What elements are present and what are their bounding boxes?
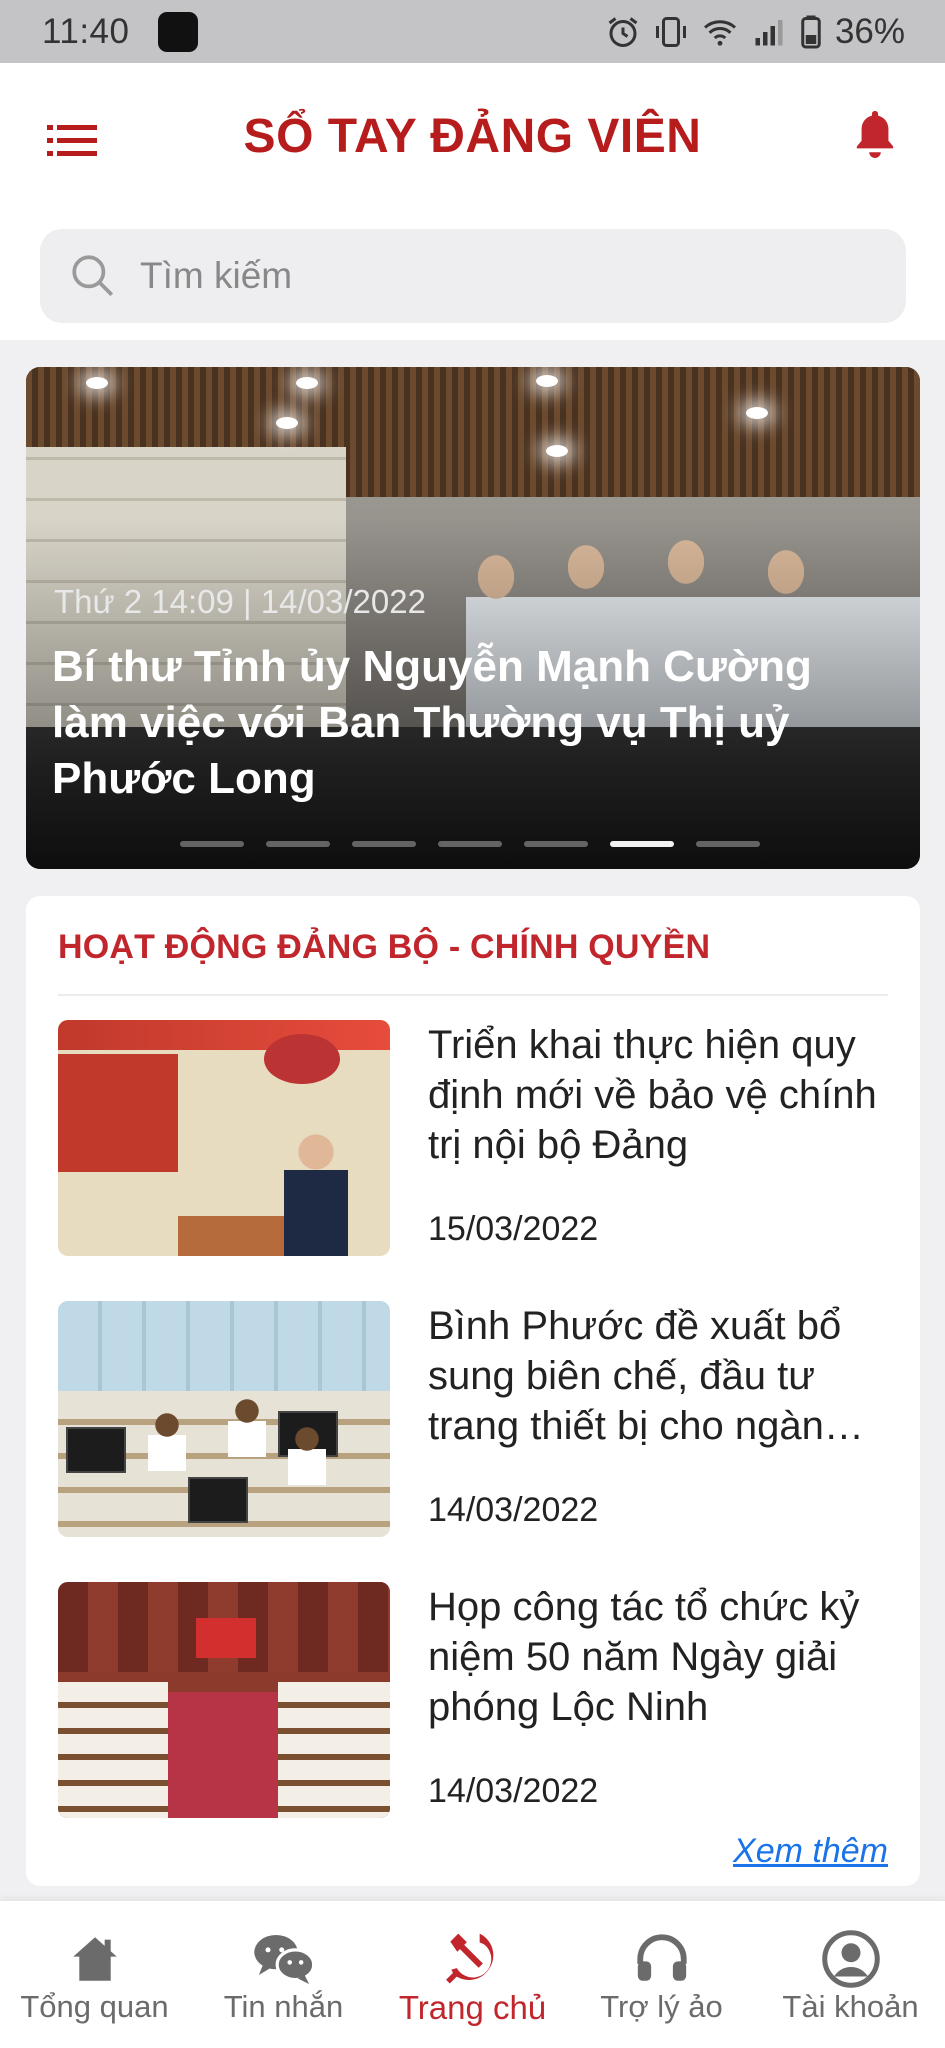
status-time: 11:40 bbox=[42, 11, 130, 51]
nav-item-messages[interactable]: Tin nhắn bbox=[189, 1901, 378, 2048]
app-icon bbox=[157, 11, 198, 52]
news-date: 14/03/2022 bbox=[428, 1772, 599, 1810]
carousel-dot[interactable] bbox=[180, 841, 244, 847]
carousel-indicators bbox=[180, 841, 760, 847]
featured-news-title[interactable]: Bí thư Tỉnh ủy Nguyễn Mạnh Cường làm việ… bbox=[52, 639, 872, 807]
featured-news-date: Thứ 2 14:09 | 14/03/2022 bbox=[54, 583, 426, 620]
hammer-sickle-icon bbox=[441, 1927, 505, 1991]
bottom-navigation: Tổng quan Tin nhắn Trang chủ Trợ lý ảo T… bbox=[0, 1900, 945, 2048]
account-icon bbox=[819, 1927, 883, 1991]
search-icon bbox=[72, 255, 114, 297]
nav-label: Tài khoản bbox=[782, 1989, 919, 2024]
nav-label: Trợ lý ảo bbox=[600, 1989, 723, 2024]
news-section: HOẠT ĐỘNG ĐẢNG BỘ - CHÍNH QUYỀN Triển kh… bbox=[26, 896, 920, 1886]
nav-label: Tổng quan bbox=[20, 1989, 169, 2024]
news-thumbnail[interactable] bbox=[58, 1582, 390, 1818]
nav-label: Trang chủ bbox=[398, 1989, 547, 2026]
section-divider bbox=[58, 994, 888, 996]
signal-icon bbox=[755, 19, 783, 45]
carousel-dot[interactable] bbox=[696, 841, 760, 847]
chat-icon bbox=[252, 1927, 316, 1991]
news-date: 15/03/2022 bbox=[428, 1210, 599, 1248]
nav-item-assistant[interactable]: Trợ lý ảo bbox=[567, 1901, 756, 2048]
wifi-icon bbox=[703, 19, 736, 46]
see-more-link[interactable]: Xem thêm bbox=[733, 1832, 888, 1871]
nav-item-overview[interactable]: Tổng quan bbox=[0, 1901, 189, 2048]
home-icon bbox=[63, 1927, 127, 1991]
nav-label: Tin nhắn bbox=[223, 1989, 344, 2024]
carousel-dot[interactable] bbox=[266, 841, 330, 847]
news-thumbnail[interactable] bbox=[58, 1020, 390, 1256]
news-item[interactable]: Bình Phước đề xuất bổ sung biên chế, đầu… bbox=[58, 1301, 888, 1537]
search-bar[interactable] bbox=[40, 229, 906, 323]
vibrate-icon bbox=[655, 16, 686, 47]
status-icons: 36% bbox=[605, 12, 905, 52]
headphones-icon bbox=[630, 1927, 694, 1991]
news-item[interactable]: Triển khai thực hiện quy định mới về bảo… bbox=[58, 1020, 888, 1256]
carousel-dot[interactable] bbox=[352, 841, 416, 847]
news-item[interactable]: Họp công tác tổ chức kỷ niệm 50 năm Ngày… bbox=[58, 1582, 888, 1818]
battery-icon bbox=[801, 15, 821, 48]
section-title: HOẠT ĐỘNG ĐẢNG BỘ - CHÍNH QUYỀN bbox=[58, 928, 711, 966]
carousel-dot[interactable] bbox=[438, 841, 502, 847]
news-title[interactable]: Họp công tác tổ chức kỷ niệm 50 năm Ngày… bbox=[428, 1582, 888, 1732]
alarm-icon bbox=[608, 16, 638, 47]
news-thumbnail[interactable] bbox=[58, 1301, 390, 1537]
carousel-dot[interactable] bbox=[524, 841, 588, 847]
notification-button[interactable] bbox=[845, 99, 905, 169]
news-title[interactable]: Bình Phước đề xuất bổ sung biên chế, đầu… bbox=[428, 1301, 888, 1451]
page-title: SỔ TAY ĐẢNG VIÊN bbox=[243, 110, 702, 163]
news-date: 14/03/2022 bbox=[428, 1491, 599, 1529]
battery-percent: 36% bbox=[834, 11, 905, 51]
search-input[interactable] bbox=[140, 255, 840, 297]
bell-icon bbox=[856, 111, 894, 158]
news-title[interactable]: Triển khai thực hiện quy định mới về bảo… bbox=[428, 1020, 888, 1170]
carousel-dot-active[interactable] bbox=[610, 841, 674, 847]
featured-news-carousel[interactable]: Thứ 2 14:09 | 14/03/2022 Bí thư Tỉnh ủy … bbox=[26, 367, 920, 869]
nav-item-home[interactable]: Trang chủ bbox=[378, 1901, 567, 2048]
app-header: SỔ TAY ĐẢNG VIÊN bbox=[0, 63, 945, 340]
nav-item-account[interactable]: Tài khoản bbox=[756, 1901, 945, 2048]
status-bar: 11:40 36% bbox=[0, 0, 945, 63]
